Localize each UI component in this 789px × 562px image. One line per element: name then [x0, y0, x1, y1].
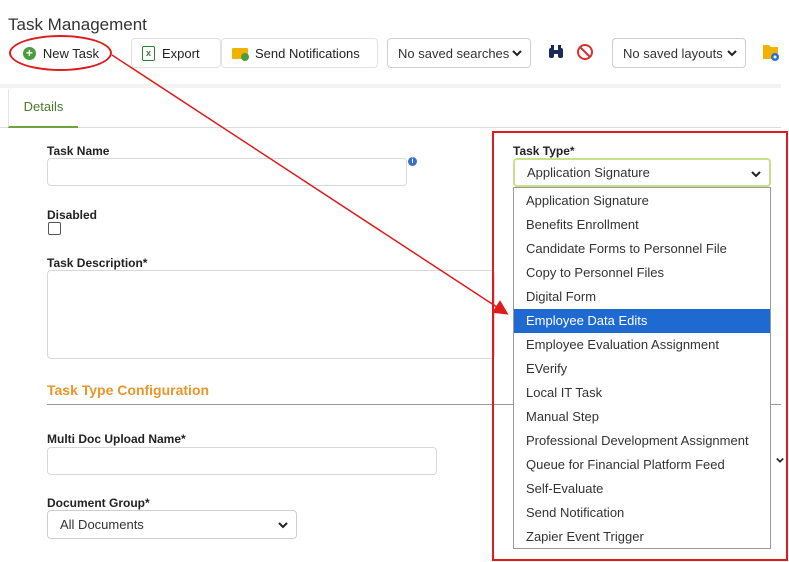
annotation-arrow	[111, 54, 509, 315]
